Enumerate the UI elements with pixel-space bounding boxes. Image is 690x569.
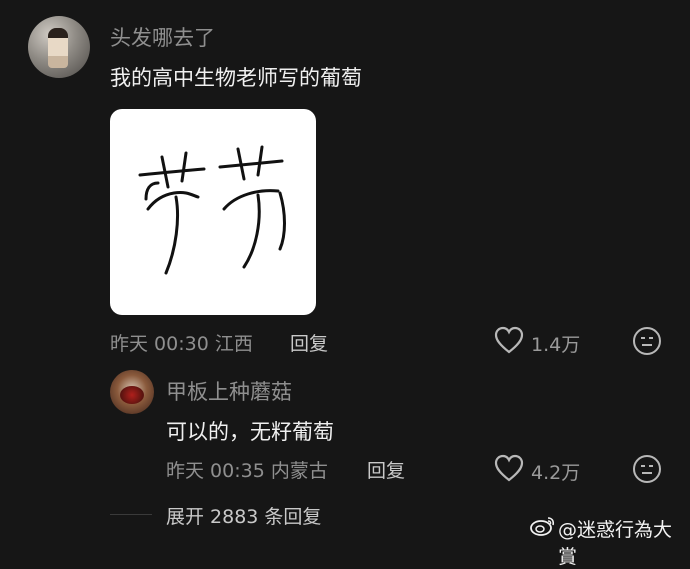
reply-comment-username[interactable]: 甲板上种蘑菇 xyxy=(166,376,292,406)
meh-face-icon[interactable] xyxy=(632,454,662,484)
avatar-figure xyxy=(120,386,144,404)
main-comment-username[interactable]: 头发哪去了 xyxy=(110,22,215,52)
expand-divider xyxy=(110,514,152,515)
reply-comment-reply-button[interactable]: 回复 xyxy=(367,456,405,483)
avatar-figure xyxy=(48,28,68,68)
weibo-icon xyxy=(530,515,556,537)
expand-replies-button[interactable]: 展开 2883 条回复 xyxy=(166,502,321,529)
reply-comment-avatar[interactable] xyxy=(110,370,154,414)
main-comment-meta: 昨天 00:30 江西 xyxy=(110,329,253,356)
watermark-text: @迷惑行為大賞 xyxy=(558,519,673,568)
main-comment-text: 我的高中生物老师写的葡萄 xyxy=(110,66,362,90)
heart-icon[interactable] xyxy=(494,326,524,354)
meh-face-icon[interactable] xyxy=(632,326,662,356)
main-comment-like-count: 1.4万 xyxy=(531,334,581,356)
main-comment-time: 昨天 00:30 xyxy=(110,333,209,355)
heart-icon[interactable] xyxy=(494,454,524,482)
grape-handwriting-drawing xyxy=(138,145,286,275)
reply-comment-location: 内蒙古 xyxy=(270,460,328,482)
reply-comment-time: 昨天 00:35 xyxy=(166,460,265,482)
main-comment-reply-button[interactable]: 回复 xyxy=(290,329,328,356)
main-comment-location: 江西 xyxy=(214,333,253,355)
reply-comment-meta: 昨天 00:35 内蒙古 xyxy=(166,456,328,483)
main-comment-avatar[interactable] xyxy=(28,16,90,78)
reply-comment-text: 可以的，无籽葡萄 xyxy=(166,420,334,444)
reply-comment-like-count: 4.2万 xyxy=(531,462,581,484)
comment-image[interactable] xyxy=(110,109,316,315)
